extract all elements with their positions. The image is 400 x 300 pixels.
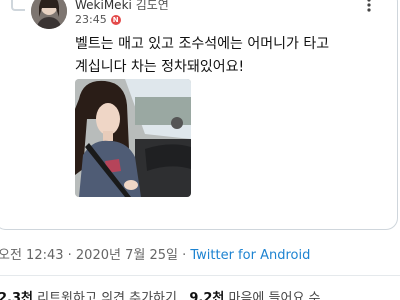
avatar[interactable] xyxy=(31,0,67,29)
tweet-card[interactable]: WekiMeki 김도연 23:45 N 벨트는 매고 있고 조수석에는 어머니… xyxy=(0,0,398,230)
tweet-meta: 23:45 N xyxy=(75,13,121,26)
like-label[interactable]: 마음에 들어요 수 xyxy=(229,291,321,300)
tweet-text-line: 계십니다 차는 정차돼있어요! xyxy=(75,59,245,75)
author-name[interactable]: WekiMeki 김도연 xyxy=(75,0,169,13)
display-name: WekiMeki xyxy=(75,0,132,12)
like-count[interactable]: 9.2천 xyxy=(189,291,224,300)
tweet-text-line: 벨트는 매고 있고 조수석에는 어머니가 타고 xyxy=(75,36,330,52)
retweet-label[interactable]: 리트윗하고 의견 추가하기 xyxy=(37,291,177,300)
car-selfie-image xyxy=(75,79,191,197)
vertical-dots-icon xyxy=(367,0,371,12)
engagement-stats: 2.3천 리트윗하고 의견 추가하기 9.2천 마음에 들어요 수 xyxy=(0,287,321,300)
new-badge-icon: N xyxy=(110,14,121,25)
tweet-photo[interactable] xyxy=(75,79,191,197)
tweet-timestamp: 오전 12:43 · 2020년 7월 25일 · Twitter for An… xyxy=(0,244,310,263)
avatar-image xyxy=(31,0,67,29)
retweet-count[interactable]: 2.3천 xyxy=(0,291,33,300)
thread-connector-line xyxy=(11,0,25,11)
tweet-text: 벨트는 매고 있고 조수석에는 어머니가 타고 계십니다 차는 정차돼있어요! xyxy=(75,33,375,79)
tweet-time: 23:45 xyxy=(75,13,107,26)
divider xyxy=(0,275,400,276)
timestamp-text: 오전 12:43 · 2020년 7월 25일 · xyxy=(0,248,191,263)
more-options-button[interactable] xyxy=(357,0,381,15)
display-name-suffix: 김도연 xyxy=(135,0,169,12)
source-link[interactable]: Twitter for Android xyxy=(190,248,310,263)
